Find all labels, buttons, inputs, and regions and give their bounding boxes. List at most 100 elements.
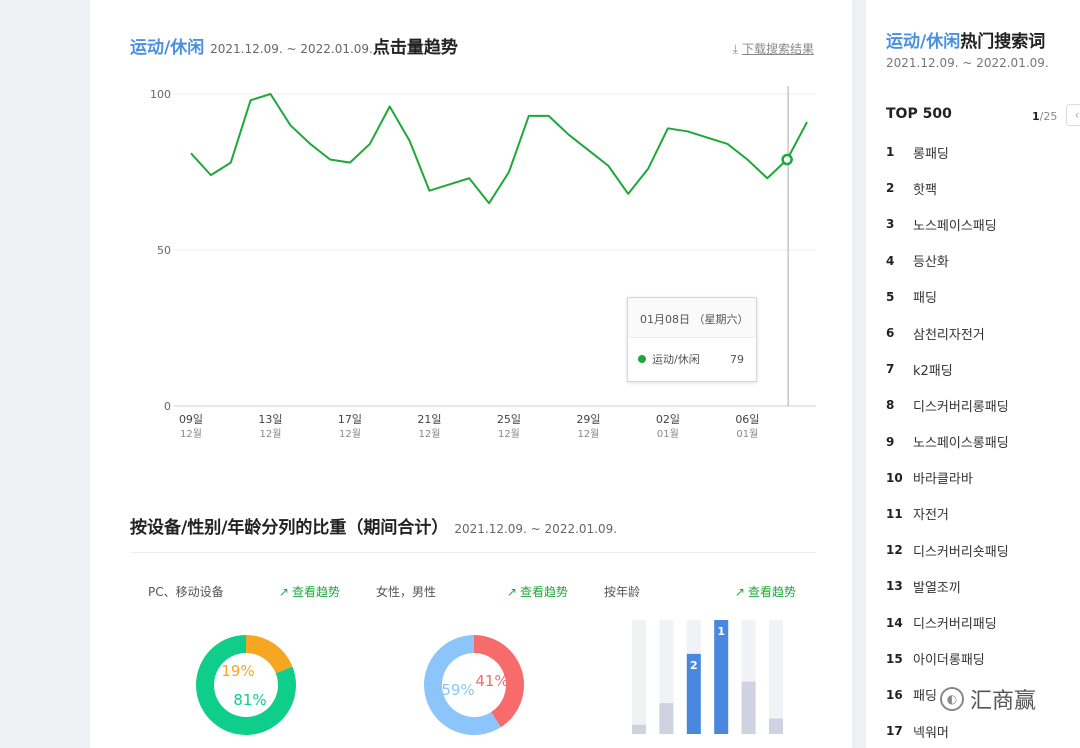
keyword-text: 등산화 xyxy=(913,255,949,271)
chart-tooltip: 01月08日 （星期六） 运动/休闲 79 xyxy=(627,297,757,382)
keyword-rank: 4 xyxy=(886,253,895,268)
keyword-text: 바라클라바 xyxy=(913,472,973,488)
keyword-item[interactable]: 10 바라클라바 xyxy=(886,460,1009,496)
keyword-text: 디스커버리롱패딩 xyxy=(913,399,1009,415)
highlight-point[interactable] xyxy=(781,153,793,166)
keyword-rank: 8 xyxy=(886,398,895,413)
keyword-text: 노스페이스패딩 xyxy=(913,218,997,234)
page-total: /25 xyxy=(1039,110,1058,123)
tooltip-row: 运动/休闲 79 xyxy=(628,338,756,367)
age-bar[interactable] xyxy=(741,681,756,734)
breakdown-title: 按设备/性别/年龄分列的比重（期间合计） 2021.12.09. ~ 2022.… xyxy=(130,513,617,538)
wechat-icon: ◐ xyxy=(940,687,964,711)
tooltip-series-label: 运动/休闲 xyxy=(652,353,700,366)
trend-title-category: 运动/休闲 xyxy=(130,38,205,58)
x-tick-day: 21일 xyxy=(417,412,441,426)
keyword-rank: 17 xyxy=(886,724,903,739)
y-tick-label: 0 xyxy=(164,400,171,413)
device-trend-link[interactable]: ↗ 查看趋势 xyxy=(279,583,340,600)
x-tick-month: 12월 xyxy=(260,428,282,440)
download-label: 下载搜索结果 xyxy=(741,42,814,56)
x-tick-day: 13일 xyxy=(258,412,282,426)
trend-line-chart[interactable]: 100 50 0 09일 12월 13일 12월 17일 12월 21일 12월 25일 12월 29일 1… xyxy=(90,70,852,450)
y-tick-label: 100 xyxy=(150,88,171,101)
tooltip-value: 79 xyxy=(730,352,744,366)
x-tick-day: 29일 xyxy=(576,412,600,426)
slice-label: 19% xyxy=(221,662,254,680)
keyword-item[interactable]: 8 디스커버리롱패딩 xyxy=(886,387,1009,423)
prev-page-button[interactable]: ‹ xyxy=(1066,104,1080,126)
age-bar-track xyxy=(632,620,646,734)
age-rank-label: 1 xyxy=(717,625,725,638)
gender-donut-chart[interactable]: 41%59% xyxy=(414,625,534,748)
pagination: 1/25 xyxy=(1032,110,1057,123)
y-tick-label: 50 xyxy=(157,244,171,257)
x-tick-month: 01월 xyxy=(736,428,758,440)
age-panel-title: 按年龄 xyxy=(604,585,641,599)
keyword-text: 노스페이스롱패딩 xyxy=(913,436,1009,452)
keyword-item[interactable]: 13 발열조끼 xyxy=(886,568,1009,604)
gender-trend-link-label: 查看趋势 xyxy=(519,585,568,599)
age-bar[interactable] xyxy=(632,724,646,734)
watermark: ◐ 汇商赢 xyxy=(940,683,1036,715)
keyword-item[interactable]: 1 롱패딩 xyxy=(886,134,1009,170)
keyword-item[interactable]: 11 자전거 xyxy=(886,496,1009,532)
keyword-item[interactable]: 17 넥워머 xyxy=(886,713,1009,748)
age-bar[interactable] xyxy=(769,718,783,734)
keyword-item[interactable]: 14 디스커버리패딩 xyxy=(886,604,1009,640)
keyword-item[interactable]: 9 노스페이스롱패딩 xyxy=(886,424,1009,460)
age-bar-track xyxy=(769,620,783,734)
age-bar-chart[interactable]: 21 xyxy=(630,618,790,748)
slice-label: 41% xyxy=(475,672,508,690)
keyword-item[interactable]: 15 아이더롱패딩 xyxy=(886,641,1009,677)
trend-icon: ↗ xyxy=(506,585,517,599)
download-results-link[interactable]: ⤓ 下载搜索结果 xyxy=(733,40,814,57)
keyword-text: 디스커버리패딩 xyxy=(913,617,997,633)
keyword-item[interactable]: 3 노스페이스패딩 xyxy=(886,206,1009,242)
gender-trend-link[interactable]: ↗ 查看趋势 xyxy=(507,583,568,600)
keyword-item[interactable]: 4 등산화 xyxy=(886,243,1009,279)
trend-title: 运动/休闲 2021.12.09. ~ 2022.01.09.点击量趋势 xyxy=(130,33,458,58)
trend-title-suffix: 点击量趋势 xyxy=(372,38,458,58)
keyword-text: 아이더롱패딩 xyxy=(913,653,985,669)
x-tick-day: 02일 xyxy=(656,412,680,426)
keyword-text: 롱패딩 xyxy=(913,146,949,162)
main-panel: 运动/休闲 2021.12.09. ~ 2022.01.09.点击量趋势 ⤓ 下载… xyxy=(90,0,852,748)
keyword-rank: 2 xyxy=(886,181,895,196)
sidebar-date: 2021.12.09. ~ 2022.01.09. xyxy=(886,56,1049,70)
x-tick-day: 06일 xyxy=(735,412,759,426)
age-bar[interactable] xyxy=(659,703,674,734)
keyword-rank: 13 xyxy=(886,579,903,594)
age-rank-label: 2 xyxy=(690,659,698,672)
keyword-item[interactable]: 5 패딩 xyxy=(886,279,1009,315)
keyword-rank: 7 xyxy=(886,362,895,377)
keyword-text: 삼천리자전거 xyxy=(913,327,985,343)
slice-label: 81% xyxy=(233,691,266,709)
keyword-text: 패딩 xyxy=(913,291,937,307)
section-divider xyxy=(130,552,816,553)
download-icon: ⤓ xyxy=(732,42,738,56)
series-line[interactable] xyxy=(190,93,808,205)
age-trend-link-label: 查看趋势 xyxy=(747,585,796,599)
x-tick-day: 25일 xyxy=(497,412,521,426)
keyword-text: 넥워머 xyxy=(913,725,949,741)
x-tick-day: 09일 xyxy=(179,412,203,426)
keyword-rank: 16 xyxy=(886,687,903,702)
slice-label: 59% xyxy=(441,681,474,699)
keyword-item[interactable]: 7 k2패딩 xyxy=(886,351,1009,387)
device-panel-title: PC、移动设备 xyxy=(148,585,224,599)
keyword-item[interactable]: 2 핫팩 xyxy=(886,170,1009,206)
page-current: 1 xyxy=(1032,110,1040,123)
keyword-rank: 5 xyxy=(886,289,895,304)
x-tick-month: 12월 xyxy=(339,428,361,440)
keyword-text: 핫팩 xyxy=(913,182,937,198)
trend-icon: ↗ xyxy=(278,585,289,599)
keyword-rank: 6 xyxy=(886,326,895,341)
keyword-text: 발열조끼 xyxy=(913,580,961,596)
keyword-text: 디스커버리숏패딩 xyxy=(913,544,1009,560)
age-trend-link[interactable]: ↗ 查看趋势 xyxy=(735,583,796,600)
keyword-item[interactable]: 12 디스커버리숏패딩 xyxy=(886,532,1009,568)
device-donut-chart[interactable]: 19% 81% xyxy=(186,625,306,748)
tooltip-series-dot xyxy=(638,355,646,363)
keyword-item[interactable]: 6 삼천리자전거 xyxy=(886,315,1009,351)
